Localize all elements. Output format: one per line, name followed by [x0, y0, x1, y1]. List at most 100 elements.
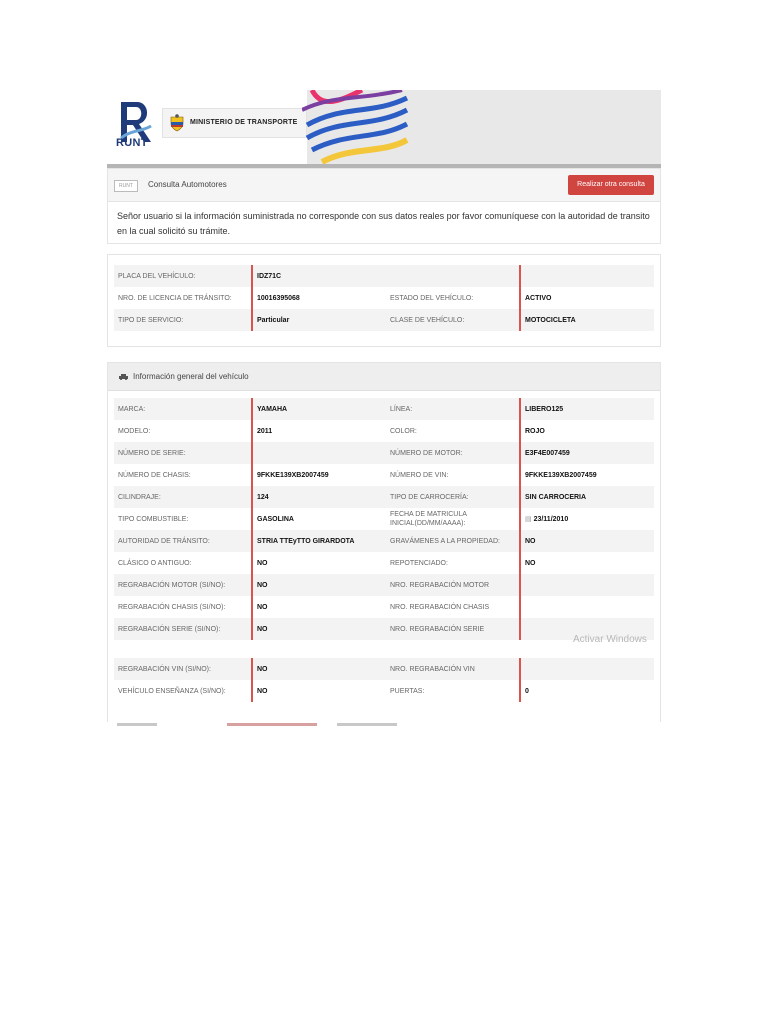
field-label: NRO. DE LICENCIA DE TRÁNSITO:: [114, 287, 252, 309]
field-label: CLÁSICO O ANTIGUO:: [114, 552, 252, 574]
header-logo-area: RUNT MINISTERIO DE TRANSPORTE: [107, 90, 307, 166]
field-value: [519, 265, 654, 287]
field-value: STRIA TTEyTTO GIRARDOTA: [251, 530, 386, 552]
field-value: MOTOCICLETA: [519, 309, 654, 331]
general-info-panel: Información general del vehículo MARCA: Y…: [107, 362, 661, 662]
field-label: LÍNEA:: [386, 398, 520, 420]
runt-logo-icon: [120, 102, 152, 142]
field-value: Particular: [251, 309, 386, 331]
calendar-icon: ▤: [525, 516, 534, 523]
ministry-name: MINISTERIO DE TRANSPORTE: [190, 119, 298, 126]
panel-header: Información general del vehículo: [108, 363, 660, 391]
new-query-button[interactable]: Realizar otra consulta: [568, 175, 654, 195]
table-row: TIPO DE SERVICIO: Particular CLASE DE VEHÍ…: [114, 309, 654, 331]
field-value: NO: [251, 552, 386, 574]
field-label: AUTORIDAD DE TRÁNSITO:: [114, 530, 252, 552]
table-row: REGRABACIÓN MOTOR (SI/NO): NO NRO. REGRABA…: [114, 574, 654, 596]
field-label: NÚMERO DE CHASIS:: [114, 464, 252, 486]
field-value: 2011: [251, 420, 386, 442]
table-row: MODELO: 2011 COLOR: ROJO: [114, 420, 654, 442]
field-value: 0: [519, 680, 654, 702]
field-value: YAMAHA: [251, 398, 386, 420]
ministry-banner: MINISTERIO DE TRANSPORTE: [162, 108, 307, 138]
table-row: AUTORIDAD DE TRÁNSITO: STRIA TTEyTTO GIRA…: [114, 530, 654, 552]
field-label: GRAVÁMENES A LA PROPIEDAD:: [386, 530, 520, 552]
page-title: Consulta Automotores: [148, 180, 227, 189]
field-label: FECHA DE MATRICULA INICIAL(DD/MM/AAAA):: [386, 508, 520, 530]
field-value: 9FKKE139XB2007459: [251, 464, 386, 486]
field-label: PUERTAS:: [386, 680, 520, 702]
field-label: TIPO COMBUSTIBLE:: [114, 508, 252, 530]
car-icon: [119, 374, 128, 380]
field-value: NO: [251, 680, 386, 702]
table-row: NRO. DE LICENCIA DE TRÁNSITO: 10016395068…: [114, 287, 654, 309]
field-label: TIPO DE CARROCERÍA:: [386, 486, 520, 508]
windows-watermark: Activar Windows: [573, 634, 647, 645]
summary-table: PLACA DEL VEHÍCULO: IDZ71C NRO. DE LICENCI…: [114, 265, 654, 331]
general-info-table: MARCA: YAMAHA LÍNEA: LIBERO125 MODELO: 2011 CO…: [114, 398, 654, 640]
runt-logo-text: RUNT: [116, 137, 148, 149]
field-label: REGRABACIÓN VIN (SI/NO):: [114, 658, 252, 680]
field-label: NRO. REGRABACIÓN SERIE: [386, 618, 520, 640]
field-label: NRO. REGRABACIÓN MOTOR: [386, 574, 520, 596]
field-value: E3F4E007459: [519, 442, 654, 464]
user-notice: Señor usuario si la información suminist…: [107, 202, 661, 244]
field-value: NO: [251, 574, 386, 596]
field-value: ACTIVO: [519, 287, 654, 309]
table-row: CLÁSICO O ANTIGUO: NO REPOTENCIADO: NO: [114, 552, 654, 574]
extra-info-table: REGRABACIÓN VIN (SI/NO): NO NRO. REGRABACI…: [114, 658, 654, 702]
field-label: NÚMERO DE MOTOR:: [386, 442, 520, 464]
table-row: REGRABACIÓN VIN (SI/NO): NO NRO. REGRABACI…: [114, 658, 654, 680]
field-label: NRO. REGRABACIÓN CHASIS: [386, 596, 520, 618]
extra-info-panel: REGRABACIÓN VIN (SI/NO): NO NRO. REGRABACI…: [107, 658, 661, 722]
table-row: CILINDRAJE: 124 TIPO DE CARROCERÍA: SIN CAR…: [114, 486, 654, 508]
table-row: VEHÍCULO ENSEÑANZA (SI/NO): NO PUERTAS: 0: [114, 680, 654, 702]
field-label: MARCA:: [114, 398, 252, 420]
field-value: NO: [251, 596, 386, 618]
field-label: REPOTENCIADO:: [386, 552, 520, 574]
field-value: [519, 574, 654, 596]
field-value: [519, 658, 654, 680]
field-label: [386, 265, 520, 287]
field-value: [251, 442, 386, 464]
panel-title: Información general del vehículo: [133, 372, 249, 381]
runt-thumb-icon: RUNT: [114, 180, 138, 192]
field-value: NO: [251, 618, 386, 640]
field-value: 9FKKE139XB2007459: [519, 464, 654, 486]
table-row: TIPO COMBUSTIBLE: GASOLINA FECHA DE MATRIC…: [114, 508, 654, 530]
field-label: REGRABACIÓN SERIE (SI/NO):: [114, 618, 252, 640]
field-value: SIN CARROCERIA: [519, 486, 654, 508]
site-header: RUNT MINISTERIO DE TRANSPORTE: [107, 90, 661, 166]
field-label: CILINDRAJE:: [114, 486, 252, 508]
table-row: MARCA: YAMAHA LÍNEA: LIBERO125: [114, 398, 654, 420]
toolbar: RUNT Consulta Automotores Realizar otra …: [107, 168, 661, 202]
table-row: REGRABACIÓN CHASIS (SI/NO): NO NRO. REGRAB…: [114, 596, 654, 618]
cropped-content: [107, 723, 661, 729]
table-row: PLACA DEL VEHÍCULO: IDZ71C: [114, 265, 654, 287]
field-value: 124: [251, 486, 386, 508]
date-value: ▤ 23/11/2010: [519, 508, 654, 530]
field-value: 10016395068: [251, 287, 386, 309]
field-label: REGRABACIÓN CHASIS (SI/NO):: [114, 596, 252, 618]
field-value: GASOLINA: [251, 508, 386, 530]
field-label: REGRABACIÓN MOTOR (SI/NO):: [114, 574, 252, 596]
flag-wave-graphic: [302, 90, 409, 165]
table-row: NÚMERO DE CHASIS: 9FKKE139XB2007459 NÚMERO…: [114, 464, 654, 486]
field-value: LIBERO125: [519, 398, 654, 420]
field-label: PLACA DEL VEHÍCULO:: [114, 265, 252, 287]
field-value: ROJO: [519, 420, 654, 442]
field-label: NRO. REGRABACIÓN VIN: [386, 658, 520, 680]
field-label: TIPO DE SERVICIO:: [114, 309, 252, 331]
field-label: VEHÍCULO ENSEÑANZA (SI/NO):: [114, 680, 252, 702]
field-value: NO: [519, 530, 654, 552]
coat-of-arms-icon: [170, 114, 184, 132]
field-label: NÚMERO DE VIN:: [386, 464, 520, 486]
field-value: NO: [251, 658, 386, 680]
field-label: NÚMERO DE SERIE:: [114, 442, 252, 464]
field-value: IDZ71C: [251, 265, 386, 287]
field-label: MODELO:: [114, 420, 252, 442]
field-label: CLASE DE VEHÍCULO:: [386, 309, 520, 331]
vehicle-summary-panel: PLACA DEL VEHÍCULO: IDZ71C NRO. DE LICENCI…: [107, 254, 661, 347]
field-label: COLOR:: [386, 420, 520, 442]
table-row: NÚMERO DE SERIE: NÚMERO DE MOTOR: E3F4E007…: [114, 442, 654, 464]
